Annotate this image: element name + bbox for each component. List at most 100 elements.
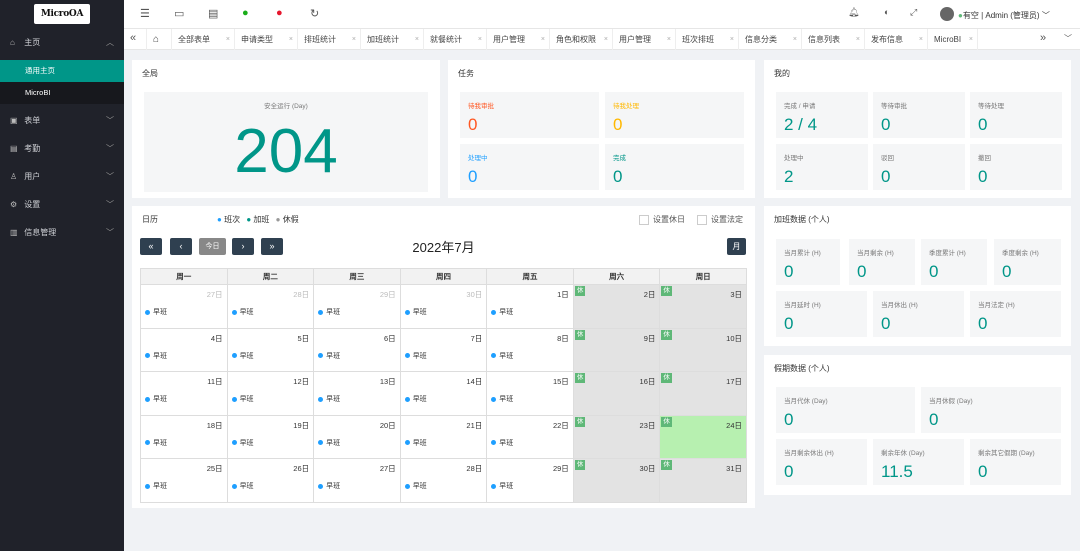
sidebar-item-info[interactable]: ▥ 信息管理 ﹀ (0, 219, 124, 247)
calendar-day-cell[interactable]: 14日 早班 (399, 371, 488, 416)
user-menu[interactable]: ●有空 | Admin (管理员) ﹀ (958, 10, 1050, 21)
calendar-day-cell[interactable]: 15日 早班 (486, 371, 574, 416)
shift-event[interactable]: 早班 (491, 351, 513, 361)
set-holiday-checkbox[interactable]: 设置法定 (697, 214, 743, 225)
today-button[interactable]: 今日 (199, 238, 226, 255)
shift-event[interactable]: 早班 (145, 351, 167, 361)
prev-year-button[interactable]: « (140, 238, 162, 255)
shift-event[interactable]: 早班 (145, 307, 167, 317)
shift-event[interactable]: 早班 (231, 394, 254, 404)
shift-event[interactable]: 早班 (318, 351, 340, 361)
calendar-day-cell[interactable]: 8日 早班 (486, 327, 574, 372)
mine-box[interactable]: 等待审批 0 (873, 92, 965, 138)
shift-event[interactable]: 早班 (491, 438, 513, 448)
calendar-day-cell[interactable]: 2日 休 (572, 284, 661, 329)
calendar-day-cell[interactable]: 27日 早班 (140, 284, 228, 329)
close-icon[interactable]: × (541, 29, 545, 50)
sidebar-sub-microbi[interactable]: MicroBI (0, 82, 124, 104)
calendar-day-cell[interactable]: 30日 休 (572, 458, 661, 503)
calendar-day-cell[interactable]: 1日 早班 (486, 284, 574, 329)
calendar-day-cell[interactable]: 28日 早班 (399, 458, 488, 503)
sidebar-item-home[interactable]: ⌂ 主页 ︿ (0, 29, 124, 57)
shift-event[interactable]: 早班 (145, 394, 167, 404)
shift-event[interactable]: 早班 (145, 481, 167, 491)
tab-item[interactable]: 用户管理 × (613, 29, 676, 50)
task-box-pending-approval[interactable]: 待我审批 0 (460, 92, 599, 138)
calendar-day-cell[interactable]: 29日 早班 (486, 458, 574, 503)
tab-item[interactable]: 班次排班 × (676, 29, 739, 50)
shift-event[interactable]: 早班 (491, 481, 513, 491)
close-icon[interactable]: × (604, 29, 608, 50)
calendar-day-cell[interactable]: 12日 早班 (226, 371, 315, 416)
shift-event[interactable]: 早班 (491, 307, 513, 317)
shift-event[interactable]: 早班 (318, 394, 340, 404)
bell-icon[interactable]: 🔔︎ (848, 7, 859, 18)
shift-event[interactable]: 早班 (318, 307, 340, 317)
tab-item[interactable]: 发布信息 × (865, 29, 928, 50)
shift-event[interactable]: 早班 (231, 481, 254, 491)
tab-item[interactable]: 信息分类 × (739, 29, 802, 50)
calendar-day-cell[interactable]: 26日 早班 (226, 458, 315, 503)
avatar[interactable] (940, 7, 954, 21)
shift-event[interactable]: 早班 (318, 438, 340, 448)
close-icon[interactable]: × (226, 29, 230, 50)
calendar-day-cell[interactable]: 27日 早班 (313, 458, 401, 503)
shift-event[interactable]: 早班 (231, 307, 254, 317)
close-icon[interactable]: × (352, 29, 356, 50)
shift-event[interactable]: 早班 (404, 307, 427, 317)
close-icon[interactable]: × (856, 29, 860, 50)
theme-icon[interactable]: ◐ (884, 7, 889, 17)
tab-item[interactable]: MicroBI × (928, 29, 978, 50)
shift-event[interactable]: 早班 (145, 438, 167, 448)
next-year-button[interactable]: » (261, 238, 283, 255)
mine-box[interactable]: 撤回 0 (970, 144, 1062, 190)
calendar-day-cell[interactable]: 13日 早班 (313, 371, 401, 416)
task-box-done[interactable]: 完成 0 (605, 144, 744, 190)
tab-item[interactable]: 角色和权限 × (550, 29, 613, 50)
close-icon[interactable]: × (969, 29, 973, 50)
weibo-icon[interactable]: ● (276, 7, 283, 19)
prev-month-button[interactable]: ‹ (170, 238, 192, 255)
tabs-scroll-right-icon[interactable]: » (1040, 32, 1046, 44)
refresh-icon[interactable]: ↻ (310, 7, 319, 20)
document-icon[interactable]: ▤ (208, 7, 218, 20)
calendar-day-cell[interactable]: 4日 早班 (140, 327, 228, 372)
calendar-day-cell[interactable]: 16日 休 (572, 371, 661, 416)
calendar-day-cell[interactable]: 28日 早班 (226, 284, 315, 329)
sidebar-item-form[interactable]: ▣ 表单 ﹀ (0, 107, 124, 135)
mine-box[interactable]: 驳回 0 (873, 144, 965, 190)
calendar-day-cell[interactable]: 6日 早班 (313, 327, 401, 372)
shift-event[interactable]: 早班 (404, 351, 427, 361)
calendar-day-cell[interactable]: 25日 早班 (140, 458, 228, 503)
tab-item[interactable]: 用户管理 × (487, 29, 550, 50)
tab-item[interactable]: 申请类型 × (235, 29, 298, 50)
tab-item[interactable]: 全部表单 × (172, 29, 235, 50)
shift-event[interactable]: 早班 (231, 351, 254, 361)
calendar-day-cell[interactable]: 11日 早班 (140, 371, 228, 416)
calendar-day-cell[interactable]: 19日 早班 (226, 414, 315, 459)
mine-box[interactable]: 处理中 2 (776, 144, 868, 190)
fullscreen-icon[interactable]: ⤢ (910, 7, 917, 18)
calendar-day-cell[interactable]: 24日 休 (659, 414, 747, 459)
task-box-processing[interactable]: 处理中 0 (460, 144, 599, 190)
sidebar-item-user[interactable]: ♙ 用户 ﹀ (0, 163, 124, 191)
shift-event[interactable]: 早班 (491, 394, 513, 404)
shift-event[interactable]: 早班 (318, 481, 340, 491)
calendar-day-cell[interactable]: 20日 早班 (313, 414, 401, 459)
tab-item[interactable]: 就餐统计 × (424, 29, 487, 50)
sidebar-item-attendance[interactable]: ▤ 考勤 ﹀ (0, 135, 124, 163)
close-icon[interactable]: × (919, 29, 923, 50)
calendar-day-cell[interactable]: 9日 休 (572, 327, 661, 372)
contact-card-icon[interactable]: ▭ (174, 7, 184, 20)
next-month-button[interactable]: › (232, 238, 254, 255)
wechat-icon[interactable]: ● (242, 7, 249, 19)
app-logo[interactable]: MicroOA (34, 4, 90, 24)
shift-event[interactable]: 早班 (231, 438, 254, 448)
tabs-menu-icon[interactable]: ﹀ (1064, 33, 1072, 44)
sidebar-item-settings[interactable]: ⚙ 设置 ﹀ (0, 191, 124, 219)
shift-event[interactable]: 早班 (404, 438, 427, 448)
sidebar-sub-general-home[interactable]: 通用主页 (0, 60, 124, 82)
mine-box[interactable]: 等待处理 0 (970, 92, 1062, 138)
tabs-scroll-left-icon[interactable]: « (130, 32, 136, 44)
calendar-day-cell[interactable]: 29日 早班 (313, 284, 401, 329)
